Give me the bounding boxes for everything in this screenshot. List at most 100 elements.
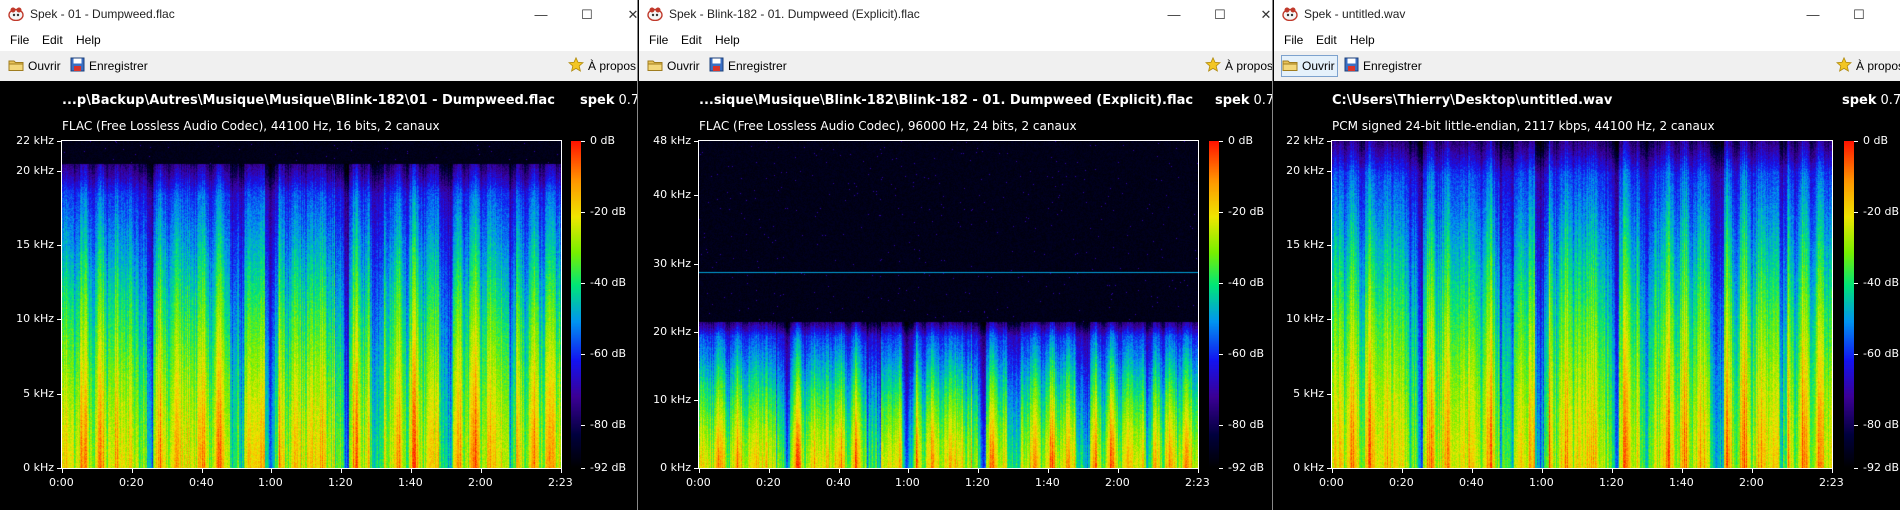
time-tick-mark xyxy=(978,469,979,473)
spectrogram-plot[interactable] xyxy=(1332,141,1832,468)
close-button[interactable]: ✕ xyxy=(610,0,638,29)
minimize-icon: — xyxy=(1167,7,1181,22)
plot-border-bottom xyxy=(1331,468,1833,469)
maximize-button[interactable]: ☐ xyxy=(1197,0,1243,29)
minimize-button[interactable]: — xyxy=(518,0,564,29)
spectrogram-plot[interactable] xyxy=(62,141,561,468)
plot-border-top xyxy=(61,140,562,141)
maximize-button[interactable]: ☐ xyxy=(1836,0,1882,29)
save-button[interactable]: Enregistrer xyxy=(1344,56,1422,76)
time-tick-label: 0:20 xyxy=(119,476,144,489)
save-icon xyxy=(70,57,89,75)
about-button[interactable]: À propos xyxy=(1836,56,1900,76)
close-button[interactable]: ✕ xyxy=(1243,0,1273,29)
freq-tick-mark xyxy=(57,141,61,142)
time-tick-label: 2:00 xyxy=(468,476,493,489)
db-tick-mark xyxy=(1854,141,1858,142)
freq-tick-mark xyxy=(1327,141,1331,142)
open-label: Ouvrir xyxy=(1302,59,1335,73)
window-title: Spek - untitled.wav xyxy=(1304,7,1406,21)
time-tick-mark xyxy=(1402,469,1403,473)
time-tick-label: 2:00 xyxy=(1105,476,1130,489)
minimize-button[interactable]: — xyxy=(1151,0,1197,29)
time-tick-mark xyxy=(769,469,770,473)
menu-bar: File Edit Help xyxy=(0,29,638,51)
db-gradient xyxy=(1209,141,1219,468)
folder-icon xyxy=(647,58,667,75)
time-tick-label: 0:40 xyxy=(189,476,214,489)
about-button[interactable]: À propos xyxy=(1205,56,1273,76)
save-icon xyxy=(1344,57,1363,75)
spek-brand: spek 0.7 xyxy=(1842,93,1900,108)
save-label: Enregistrer xyxy=(1363,59,1422,73)
title-bar[interactable]: Spek - Blink-182 - 01. Dumpweed (Explici… xyxy=(639,0,1273,29)
title-bar[interactable]: Spek - untitled.wav — ☐ ✕ xyxy=(1274,0,1900,29)
freq-tick-label: 40 kHz xyxy=(653,188,691,201)
time-tick-label: 2:23 xyxy=(548,476,573,489)
freq-tick-label: 5 kHz xyxy=(23,387,54,400)
freq-tick-mark xyxy=(1327,319,1331,320)
maximize-button[interactable]: ☐ xyxy=(564,0,610,29)
menu-edit[interactable]: Edit xyxy=(42,33,63,47)
time-tick-label: 1:20 xyxy=(328,476,353,489)
freq-tick-label: 20 kHz xyxy=(653,325,691,338)
toolbar: Ouvrir Enregistrer À propos xyxy=(639,51,1273,82)
db-tick-label: -80 dB xyxy=(1863,418,1899,431)
about-button[interactable]: À propos xyxy=(568,56,636,76)
menu-bar: File Edit Help xyxy=(639,29,1273,51)
about-label: À propos xyxy=(588,59,637,73)
open-button[interactable]: Ouvrir xyxy=(1281,55,1338,77)
menu-edit[interactable]: Edit xyxy=(681,33,702,47)
db-tick-label: -60 dB xyxy=(590,347,626,360)
maximize-icon: ☐ xyxy=(1853,6,1865,22)
freq-tick-mark xyxy=(694,141,698,142)
save-button[interactable]: Enregistrer xyxy=(70,56,148,76)
menu-file[interactable]: File xyxy=(1284,33,1303,47)
db-tick-mark xyxy=(1219,354,1223,355)
freq-tick-label: 10 kHz xyxy=(1286,312,1324,325)
spectrogram-plot[interactable] xyxy=(699,141,1198,468)
time-tick-mark xyxy=(1612,469,1613,473)
minimize-icon: — xyxy=(534,7,548,22)
star-icon xyxy=(1205,56,1225,75)
open-button[interactable]: Ouvrir xyxy=(647,56,700,76)
time-tick-label: 0:00 xyxy=(49,476,74,489)
time-tick-mark xyxy=(1832,469,1833,473)
db-tick-label: -80 dB xyxy=(590,418,626,431)
spectrogram-image xyxy=(62,141,561,468)
db-color-bar xyxy=(571,141,581,473)
codec-info: FLAC (Free Lossless Audio Codec), 44100 … xyxy=(62,119,440,133)
freq-tick-mark xyxy=(57,171,61,172)
time-tick-label: 1:40 xyxy=(1035,476,1060,489)
db-tick-mark xyxy=(1219,212,1223,213)
db-tick-label: -60 dB xyxy=(1228,347,1264,360)
title-bar[interactable]: Spek - 01 - Dumpweed.flac — ☐ ✕ xyxy=(0,0,638,29)
open-button[interactable]: Ouvrir xyxy=(8,56,61,76)
db-tick-mark xyxy=(1219,425,1223,426)
db-tick-label: -92 dB xyxy=(590,461,626,474)
minimize-button[interactable]: — xyxy=(1790,0,1836,29)
spectrogram-view: ...p\Backup\Autres\Musique\Musique\Blink… xyxy=(0,81,638,510)
spek-window-3: Spek - untitled.wav — ☐ ✕ File Edit Help Ouvrir… xyxy=(1274,0,1900,510)
freq-tick-mark xyxy=(57,468,61,469)
menu-help[interactable]: Help xyxy=(715,33,740,47)
freq-tick-label: 15 kHz xyxy=(1286,238,1324,251)
menu-file[interactable]: File xyxy=(649,33,668,47)
time-tick-mark xyxy=(1752,469,1753,473)
menu-file[interactable]: File xyxy=(10,33,29,47)
save-button[interactable]: Enregistrer xyxy=(709,56,787,76)
menu-help[interactable]: Help xyxy=(76,33,101,47)
time-tick-mark xyxy=(908,469,909,473)
time-tick-mark xyxy=(1472,469,1473,473)
db-tick-label: -20 dB xyxy=(590,205,626,218)
save-label: Enregistrer xyxy=(728,59,787,73)
plot-border-top xyxy=(698,140,1199,141)
menu-edit[interactable]: Edit xyxy=(1316,33,1337,47)
time-tick-label: 2:23 xyxy=(1185,476,1210,489)
db-tick-mark xyxy=(581,141,585,142)
version: 0.7 xyxy=(618,93,638,108)
freq-tick-mark xyxy=(57,394,61,395)
about-label: À propos xyxy=(1856,59,1900,73)
close-button[interactable]: ✕ xyxy=(1882,0,1900,29)
menu-help[interactable]: Help xyxy=(1350,33,1375,47)
